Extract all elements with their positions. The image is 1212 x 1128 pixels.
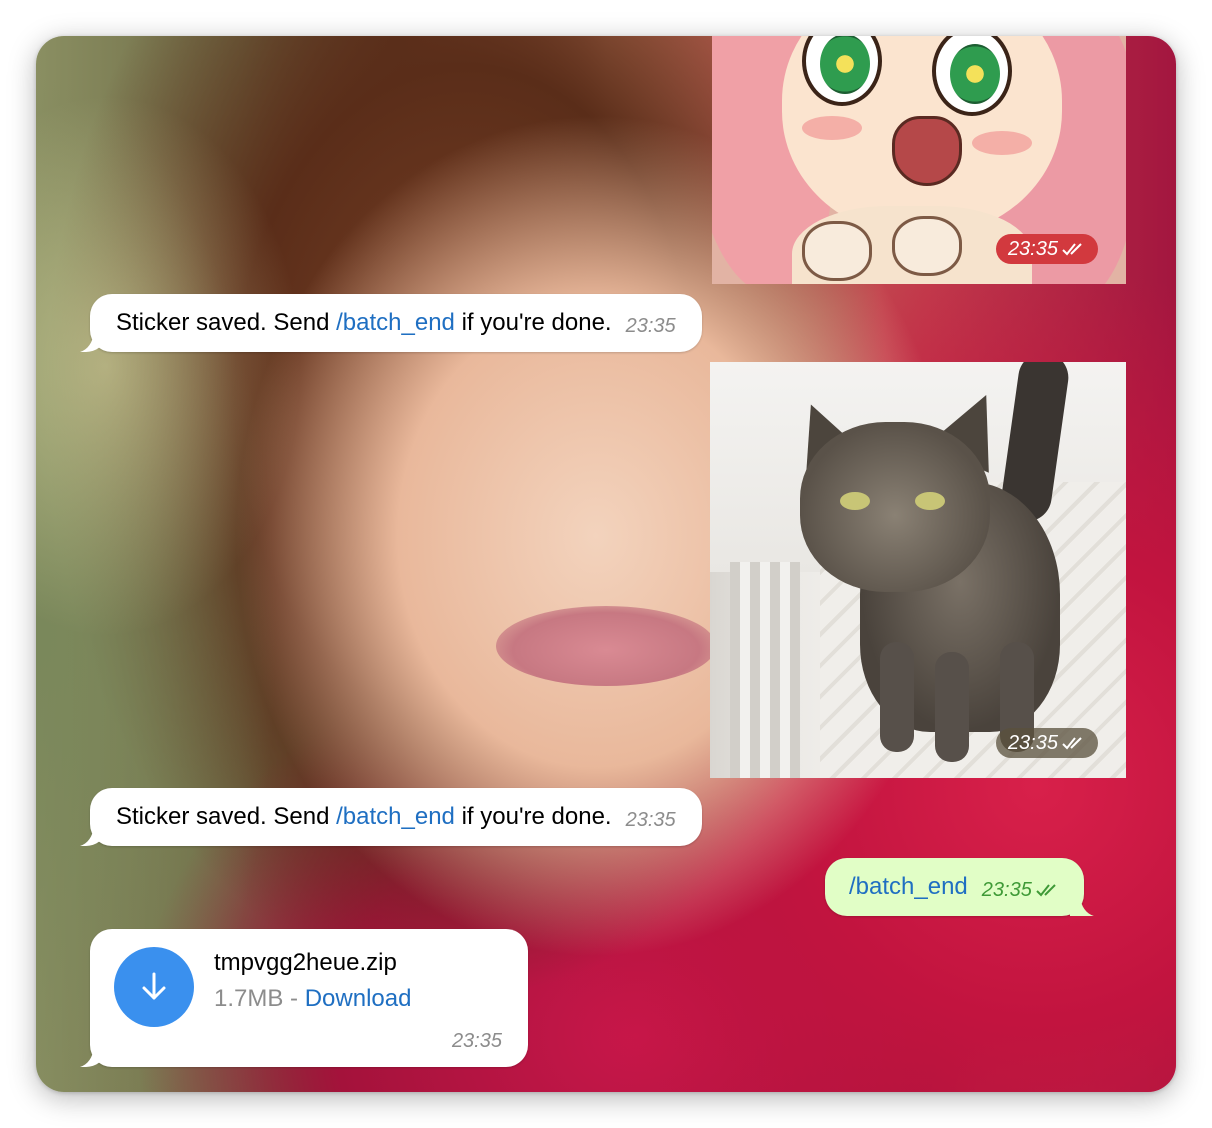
sticker-art bbox=[802, 221, 872, 281]
wallpaper-detail bbox=[496, 606, 716, 686]
message-text: if you're done. bbox=[461, 309, 612, 336]
double-check-icon bbox=[1062, 243, 1082, 256]
command-link[interactable]: /batch_end bbox=[336, 803, 455, 831]
user-message-bubble[interactable]: /batch_end 23:35 bbox=[825, 858, 1084, 916]
double-check-icon bbox=[1062, 737, 1082, 750]
download-link[interactable]: Download bbox=[305, 985, 412, 1012]
download-arrow-icon bbox=[142, 972, 166, 1000]
download-button[interactable] bbox=[114, 947, 194, 1027]
chat-window: 23:35 Sticker saved. Send /batch_end if … bbox=[36, 36, 1176, 1092]
message-text: /batch_end bbox=[849, 873, 968, 900]
anime-sticker[interactable]: 23:35 bbox=[712, 36, 1126, 284]
message-time: 23:35 bbox=[451, 1030, 502, 1052]
message-text: Sticker saved. Send bbox=[116, 309, 330, 336]
sticker-art bbox=[915, 492, 945, 510]
sticker-art bbox=[935, 652, 969, 762]
sticker-art bbox=[892, 216, 962, 276]
message-text: Sticker saved. Send bbox=[116, 803, 330, 830]
message-time: 23:35 bbox=[625, 808, 676, 831]
message-text: if you're done. bbox=[461, 803, 612, 830]
message-time: 23:35 bbox=[1007, 237, 1058, 260]
double-check-icon bbox=[1036, 884, 1056, 897]
sticker-art bbox=[840, 492, 870, 510]
meta-separator: - bbox=[290, 985, 299, 1012]
sticker-art bbox=[800, 422, 990, 592]
file-message-bubble[interactable]: tmpvgg2heue.zip 1.7MB - Download 23:35 bbox=[90, 929, 528, 1067]
sticker-art bbox=[802, 116, 862, 140]
message-time: 23:35 bbox=[625, 314, 676, 337]
cat-photo-sticker[interactable]: 23:35 bbox=[710, 362, 1126, 778]
message-time: 23:35 bbox=[981, 878, 1032, 901]
sticker-art bbox=[892, 116, 962, 186]
file-meta: 1.7MB - Download bbox=[214, 985, 411, 1013]
bot-message-bubble[interactable]: Sticker saved. Send /batch_end if you're… bbox=[90, 788, 702, 846]
sticker-art bbox=[730, 562, 800, 778]
file-name: tmpvgg2heue.zip bbox=[214, 949, 397, 976]
message-time-stamp: 23:35 bbox=[995, 234, 1098, 264]
bot-message-bubble[interactable]: Sticker saved. Send /batch_end if you're… bbox=[90, 294, 702, 352]
file-size: 1.7MB bbox=[214, 985, 284, 1012]
sticker-art bbox=[972, 131, 1032, 155]
message-time: 23:35 bbox=[1007, 731, 1058, 754]
message-time-stamp: 23:35 bbox=[995, 728, 1098, 758]
command-link[interactable]: /batch_end bbox=[336, 309, 455, 337]
sticker-art bbox=[880, 642, 914, 752]
